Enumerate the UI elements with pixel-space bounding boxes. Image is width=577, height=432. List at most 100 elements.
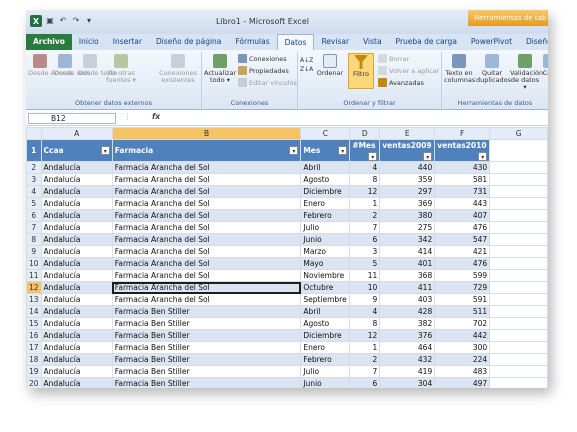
filtro-button[interactable]: Filtro <box>348 53 374 89</box>
insert-function-button[interactable]: fx <box>152 112 160 121</box>
table-cell[interactable]: Andalucía <box>40 329 113 342</box>
table-cell[interactable]: Farmacia Arancha del Sol <box>111 161 302 174</box>
row-header[interactable]: 6 <box>26 209 42 222</box>
spreadsheet-grid[interactable]: A B C D E F G 1 Ccaa ▾ Farmacia ▾ Mes ▾ #Mes ▾ ve… <box>26 127 548 388</box>
table-cell[interactable]: 304 <box>379 377 436 388</box>
tab-diseno[interactable]: Diseño <box>519 34 548 50</box>
table-cell[interactable]: 581 <box>434 173 491 186</box>
table-cell[interactable]: 476 <box>434 257 491 270</box>
table-cell[interactable]: 511 <box>434 305 491 318</box>
filter-dropdown-icon[interactable]: ▾ <box>423 152 433 161</box>
row-header[interactable]: 8 <box>26 233 42 246</box>
table-cell[interactable]: Andalucía <box>40 197 113 210</box>
consolidar-button[interactable]: Co <box>542 54 548 77</box>
table-cell[interactable]: 1 <box>349 341 381 354</box>
table-cell[interactable]: 10 <box>349 281 381 294</box>
validacion-datos-button[interactable]: Validación de datos ▾ <box>510 54 543 91</box>
ordenar-button[interactable]: Ordenar <box>316 54 344 77</box>
table-cell[interactable]: Farmacia Arancha del Sol <box>111 281 302 294</box>
table-cell[interactable]: Andalucía <box>40 305 113 318</box>
row-header[interactable]: 5 <box>26 197 42 210</box>
table-cell[interactable]: Farmacia Arancha del Sol <box>111 173 302 186</box>
column-header[interactable]: E <box>379 127 436 140</box>
table-cell[interactable]: Andalucía <box>40 257 113 270</box>
table-cell[interactable]: 442 <box>434 329 491 342</box>
tab-powerpivot[interactable]: PowerPivot <box>464 34 519 50</box>
table-cell[interactable]: 414 <box>379 245 436 258</box>
table-cell[interactable]: Farmacia Ben Stiller <box>111 317 302 330</box>
table-cell[interactable]: Farmacia Ben Stiller <box>111 305 302 318</box>
table-cell[interactable]: 1 <box>349 197 381 210</box>
empty-cell[interactable] <box>489 341 548 354</box>
row-header[interactable]: 20 <box>26 377 42 388</box>
formula-bar-resize-icon[interactable]: ⋮ <box>124 112 132 121</box>
table-cell[interactable]: Andalucía <box>40 341 113 354</box>
table-cell[interactable]: Andalucía <box>40 353 113 366</box>
empty-cell[interactable] <box>489 221 548 234</box>
table-cell[interactable]: 483 <box>434 365 491 378</box>
table-cell[interactable]: 382 <box>379 317 436 330</box>
table-cell[interactable]: Andalucía <box>40 365 113 378</box>
row-header[interactable]: 19 <box>26 365 42 378</box>
empty-cell[interactable] <box>489 269 548 282</box>
borrar-button[interactable]: Borrar <box>378 54 409 63</box>
row-header[interactable]: 13 <box>26 293 42 306</box>
table-cell[interactable]: 6 <box>349 377 381 388</box>
row-header[interactable]: 7 <box>26 221 42 234</box>
table-cell[interactable]: 12 <box>349 185 381 198</box>
table-cell[interactable]: Farmacia Ben Stiller <box>111 329 302 342</box>
table-cell[interactable]: Julio <box>300 365 351 378</box>
table-cell[interactable]: 368 <box>379 269 436 282</box>
table-cell[interactable]: 421 <box>434 245 491 258</box>
tab-vista[interactable]: Vista <box>356 34 389 50</box>
empty-cell[interactable] <box>489 329 548 342</box>
table-cell[interactable]: Farmacia Ben Stiller <box>111 377 302 388</box>
table-cell[interactable]: 464 <box>379 341 436 354</box>
table-cell[interactable]: Enero <box>300 341 351 354</box>
table-cell[interactable]: 275 <box>379 221 436 234</box>
table-cell[interactable]: Andalucía <box>40 293 113 306</box>
tab-inicio[interactable]: Inicio <box>72 34 106 50</box>
table-cell[interactable]: Octubre <box>300 281 351 294</box>
table-cell[interactable]: Febrero <box>300 209 351 222</box>
table-cell[interactable]: 702 <box>434 317 491 330</box>
table-cell[interactable]: Andalucía <box>40 317 113 330</box>
table-header-cell[interactable]: Farmacia ▾ <box>111 139 302 162</box>
table-cell[interactable]: Julio <box>300 221 351 234</box>
empty-cell[interactable] <box>489 317 548 330</box>
column-header[interactable]: F <box>434 127 491 140</box>
table-cell[interactable]: 591 <box>434 293 491 306</box>
table-cell[interactable]: 9 <box>349 293 381 306</box>
table-header-cell[interactable]: Ccaa ▾ <box>40 139 113 162</box>
table-cell[interactable]: Agosto <box>300 173 351 186</box>
empty-cell[interactable] <box>489 245 548 258</box>
table-cell[interactable]: Andalucía <box>40 209 113 222</box>
table-cell[interactable]: Farmacia Ben Stiller <box>111 341 302 354</box>
row-header[interactable]: 4 <box>26 185 42 198</box>
table-cell[interactable]: Diciembre <box>300 185 351 198</box>
table-cell[interactable]: 7 <box>349 221 381 234</box>
table-cell[interactable]: 3 <box>349 245 381 258</box>
row-header[interactable]: 15 <box>26 317 42 330</box>
table-cell[interactable]: Andalucía <box>40 281 113 294</box>
table-cell[interactable]: Febrero <box>300 353 351 366</box>
otras-fuentes-button[interactable]: De otras fuentes ▾ <box>104 54 138 84</box>
table-cell[interactable]: Abril <box>300 161 351 174</box>
table-cell[interactable]: Diciembre <box>300 329 351 342</box>
table-cell[interactable]: 419 <box>379 365 436 378</box>
table-cell[interactable]: 11 <box>349 269 381 282</box>
table-cell[interactable]: Abril <box>300 305 351 318</box>
empty-cell[interactable] <box>489 161 548 174</box>
table-cell[interactable]: 497 <box>434 377 491 388</box>
propiedades-button[interactable]: Propiedades <box>238 66 289 75</box>
empty-cell[interactable] <box>489 377 548 388</box>
empty-cell[interactable] <box>489 257 548 270</box>
table-cell[interactable]: 430 <box>434 161 491 174</box>
table-cell[interactable]: Junio <box>300 377 351 388</box>
row-header[interactable]: 11 <box>26 269 42 282</box>
empty-cell[interactable] <box>489 281 548 294</box>
table-cell[interactable]: 729 <box>434 281 491 294</box>
table-cell[interactable]: 300 <box>434 341 491 354</box>
filter-dropdown-icon[interactable]: ▾ <box>368 152 378 161</box>
table-cell[interactable]: 443 <box>434 197 491 210</box>
